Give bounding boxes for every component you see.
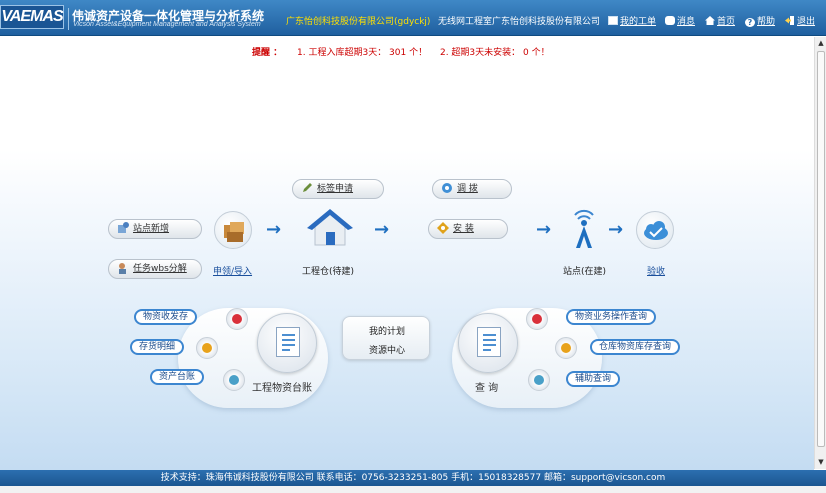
nav-help-label: 帮助 bbox=[757, 17, 776, 27]
acceptance-link[interactable]: 验收 bbox=[647, 264, 665, 277]
arrow-right-icon: → bbox=[608, 219, 624, 240]
site-built-label: 站点(在建) bbox=[563, 267, 607, 277]
arrow-right-icon: → bbox=[266, 219, 282, 240]
nav-home-label: 首页 bbox=[717, 17, 736, 27]
inventory-detail-button[interactable]: 存货明细 bbox=[130, 339, 185, 355]
apply-import-link[interactable]: 申领/导入 bbox=[213, 264, 252, 277]
auxiliary-query-button[interactable]: 辅助查询 bbox=[566, 371, 621, 387]
query-document-icon bbox=[477, 327, 501, 357]
my-plan-link[interactable]: 我的计划 bbox=[343, 324, 431, 337]
logout-icon bbox=[785, 16, 795, 25]
nav-my-work-orders-label: 我的工单 bbox=[620, 17, 657, 27]
ledger-title: 工程物资台账 bbox=[252, 383, 312, 394]
install-icon bbox=[437, 222, 449, 234]
orange-dot-icon bbox=[196, 337, 218, 359]
company-name: 广东怡创科技股份有限公司(gdyckj) bbox=[286, 17, 431, 27]
warehouse-house-icon[interactable] bbox=[307, 207, 353, 249]
ledger-circle[interactable] bbox=[257, 313, 317, 373]
message-icon bbox=[665, 16, 675, 25]
site-add-button[interactable]: 站点新增 bbox=[108, 219, 202, 239]
scroll-up-arrow-icon[interactable]: ▲ bbox=[816, 38, 826, 49]
arrow-right-icon: → bbox=[374, 219, 390, 240]
label-apply-label: 标签申请 bbox=[317, 184, 354, 194]
install-button[interactable]: 安 装 bbox=[428, 219, 508, 239]
material-flow-button[interactable]: 物资收发存 bbox=[134, 309, 198, 325]
reminder-bar: 提醒 ： 1. 工程入库超期3天： 301 个！ 2. 超期3天未安装： 0 个… bbox=[252, 45, 550, 58]
nav-logout[interactable]: 退出 bbox=[785, 14, 815, 27]
asset-ledger-button[interactable]: 资产台账 bbox=[150, 369, 205, 385]
department-name: 无线网工程室广东怡创科技股份有限公司 bbox=[438, 17, 601, 27]
support-footer: 技术支持：珠海伟诚科技股份有限公司 联系电话：0756-3233251-805 … bbox=[0, 470, 826, 486]
system-subtitle: Vicson Asset&Equipment Management and An… bbox=[73, 21, 261, 28]
red-dot-icon bbox=[226, 308, 248, 330]
help-icon: ? bbox=[745, 18, 755, 27]
label-apply-button[interactable]: 标签申请 bbox=[292, 179, 384, 199]
reminder-label: 提醒 ： bbox=[252, 48, 283, 58]
red-dot-icon bbox=[526, 308, 548, 330]
work-order-icon bbox=[608, 16, 618, 25]
material-operation-query-button[interactable]: 物资业务操作查询 bbox=[566, 309, 657, 325]
cloud-check-icon bbox=[644, 221, 668, 240]
task-wbs-label: 任务wbs分解 bbox=[133, 264, 187, 274]
install-label: 安 装 bbox=[453, 224, 474, 234]
transfer-icon bbox=[441, 182, 453, 194]
status-strip bbox=[0, 486, 826, 493]
boxes-icon bbox=[224, 222, 244, 242]
arrow-right-icon: → bbox=[536, 219, 552, 240]
site-add-label: 站点新增 bbox=[133, 224, 170, 234]
header-divider bbox=[68, 8, 69, 30]
reminder-item-overdue-install: 2. 超期3天未安装： 0 个！ bbox=[439, 48, 550, 58]
nav-home[interactable]: 首页 bbox=[705, 14, 735, 27]
blue-dot-icon bbox=[528, 369, 550, 391]
nav-messages-label: 消息 bbox=[677, 17, 696, 27]
acceptance-node[interactable] bbox=[636, 211, 674, 249]
ledger-document-icon bbox=[276, 327, 300, 357]
plan-resource-card: 我的计划 资源中心 bbox=[342, 316, 430, 360]
query-circle[interactable] bbox=[458, 313, 518, 373]
scroll-thumb[interactable] bbox=[817, 51, 825, 447]
reminder-item-overdue-storage: 1. 工程入库超期3天： 301 个！ bbox=[297, 48, 428, 58]
transfer-button[interactable]: 调 拨 bbox=[432, 179, 512, 199]
warehouse-label: 工程仓(待建) bbox=[302, 267, 355, 277]
query-title: 查 询 bbox=[475, 383, 499, 394]
task-wbs-button[interactable]: 任务wbs分解 bbox=[108, 259, 202, 279]
home-icon bbox=[705, 16, 715, 25]
resource-center-link[interactable]: 资源中心 bbox=[343, 343, 431, 356]
transfer-label: 调 拨 bbox=[457, 184, 478, 194]
task-wbs-icon bbox=[117, 262, 129, 274]
nav-messages[interactable]: 消息 bbox=[665, 14, 695, 27]
orange-dot-icon bbox=[555, 337, 577, 359]
apply-import-node[interactable] bbox=[214, 211, 252, 249]
warehouse-stock-query-button[interactable]: 仓库物资库存查询 bbox=[590, 339, 681, 355]
site-tower-icon[interactable] bbox=[566, 206, 602, 250]
blue-dot-icon bbox=[223, 369, 245, 391]
app-header: VAEMAS 伟诚资产设备一体化管理与分析系统 Vicson Asset&Equ… bbox=[0, 0, 826, 36]
nav-logout-label: 退出 bbox=[797, 17, 816, 27]
pencil-icon bbox=[301, 182, 313, 194]
site-add-icon bbox=[117, 222, 129, 234]
nav-my-work-orders[interactable]: 我的工单 bbox=[608, 14, 656, 27]
nav-help[interactable]: ? 帮助 bbox=[745, 14, 775, 27]
vertical-scrollbar[interactable]: ▲ ▼ bbox=[814, 37, 826, 469]
vaemas-logo: VAEMAS bbox=[0, 5, 64, 29]
workflow-background bbox=[0, 150, 814, 470]
scroll-down-arrow-icon[interactable]: ▼ bbox=[816, 457, 826, 468]
